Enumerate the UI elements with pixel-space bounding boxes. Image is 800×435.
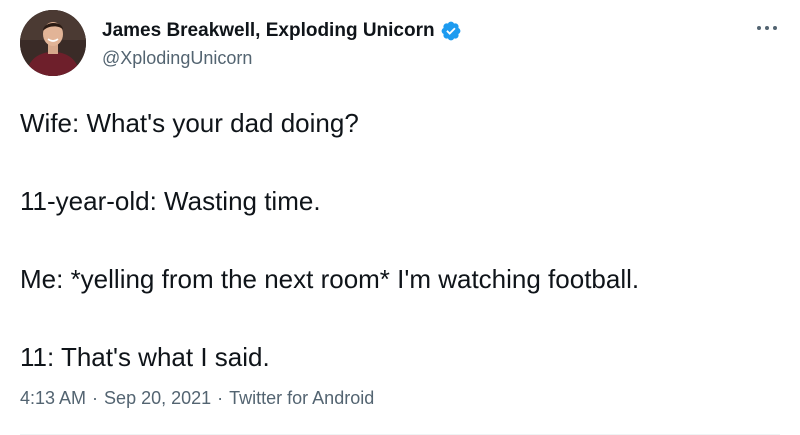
meta-separator: · bbox=[217, 388, 224, 408]
tweet-source[interactable]: Twitter for Android bbox=[229, 388, 374, 408]
tweet-line: Me: *yelling from the next room* I'm wat… bbox=[20, 264, 640, 294]
author-info: James Breakwell, Exploding Unicorn @Xplo… bbox=[102, 18, 462, 69]
display-name[interactable]: James Breakwell, Exploding Unicorn bbox=[102, 20, 435, 42]
tweet-text: Wife: What's your dad doing? 11-year-old… bbox=[20, 108, 790, 420]
tweet-line: Wife: What's your dad doing? bbox=[20, 108, 359, 138]
tweet-card: James Breakwell, Exploding Unicorn @Xplo… bbox=[0, 0, 800, 435]
meta-separator: · bbox=[92, 388, 99, 408]
tweet-meta: 4:13 AM · Sep 20, 2021 · Twitter for Android bbox=[20, 388, 374, 409]
handle[interactable]: @XplodingUnicorn bbox=[102, 48, 462, 69]
avatar[interactable] bbox=[20, 10, 86, 76]
tweet-line: 11: That's what I said. bbox=[20, 342, 270, 372]
tweet-date[interactable]: Sep 20, 2021 bbox=[104, 388, 211, 408]
more-icon[interactable] bbox=[752, 18, 782, 38]
tweet-line: 11-year-old: Wasting time. bbox=[20, 186, 321, 216]
tweet-time[interactable]: 4:13 AM bbox=[20, 388, 86, 408]
avatar-image bbox=[20, 10, 86, 76]
author-name-row: James Breakwell, Exploding Unicorn bbox=[102, 18, 462, 44]
verified-badge-icon bbox=[440, 20, 462, 42]
